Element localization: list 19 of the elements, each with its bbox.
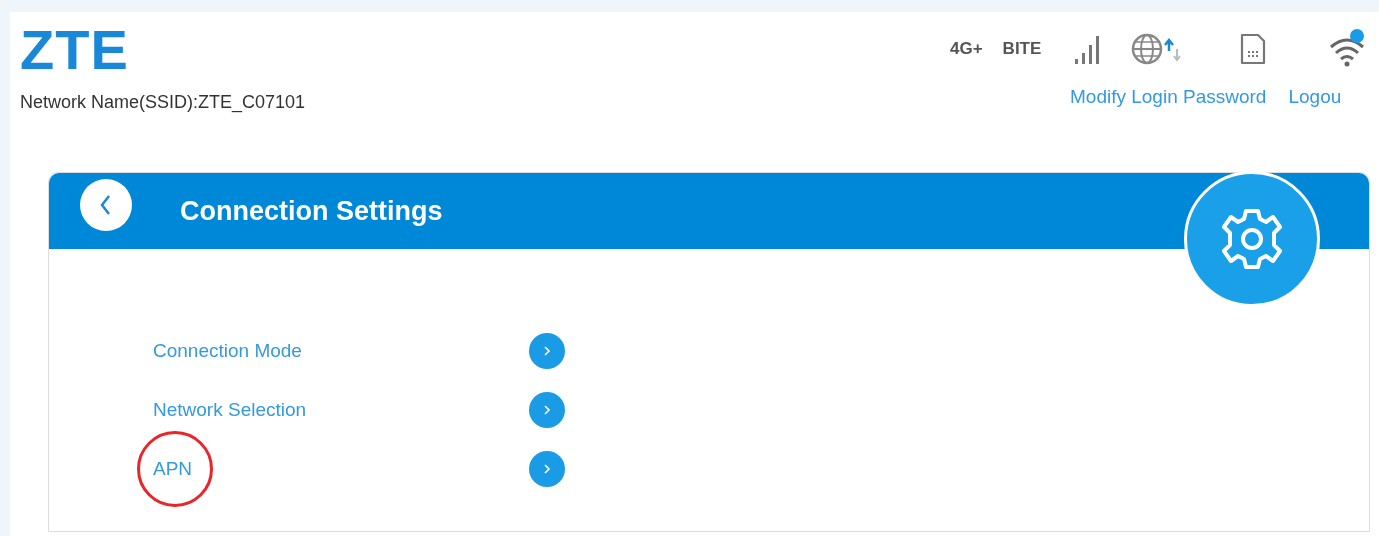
chevron-right-icon xyxy=(542,463,552,475)
network-name: Network Name(SSID):ZTE_C07101 xyxy=(20,92,306,113)
page-title: Connection Settings xyxy=(180,195,443,227)
menu-link[interactable]: Connection Mode xyxy=(153,340,302,362)
chevron-right-icon xyxy=(542,404,552,416)
arrow-button[interactable] xyxy=(529,392,565,428)
chevron-right-icon xyxy=(542,345,552,357)
sim-card-icon xyxy=(1239,31,1268,67)
back-button[interactable] xyxy=(80,179,132,231)
operator-name: BITE xyxy=(1002,39,1042,59)
network-type: 4G+ xyxy=(950,39,983,59)
menu-link[interactable]: Network Selection xyxy=(153,399,307,421)
header-link[interactable]: Logou xyxy=(1288,86,1342,108)
arrow-button[interactable] xyxy=(529,333,565,369)
logo: ZTE xyxy=(20,24,130,76)
header-link[interactable]: Modify Login Password xyxy=(1070,86,1267,108)
wifi-icon xyxy=(1330,38,1365,67)
arrow-button[interactable] xyxy=(529,451,565,487)
menu-link[interactable]: APN xyxy=(153,458,193,480)
